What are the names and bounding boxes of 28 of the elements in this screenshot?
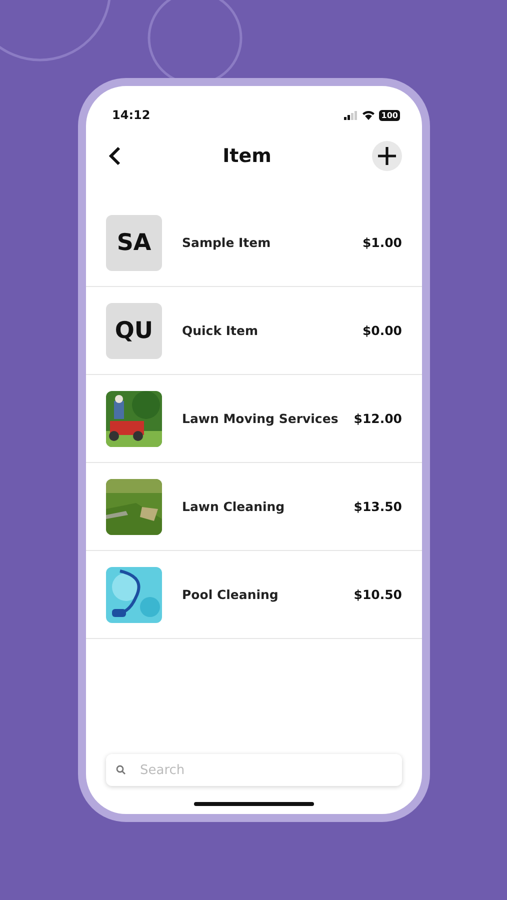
search-field[interactable]: Search bbox=[106, 754, 402, 786]
screen-title: Item bbox=[222, 145, 272, 167]
back-button[interactable] bbox=[108, 146, 122, 166]
item-name: Lawn Cleaning bbox=[182, 499, 286, 514]
item-price: $12.00 bbox=[354, 411, 402, 426]
status-time: 14:12 bbox=[112, 108, 150, 122]
item-price: $13.50 bbox=[354, 499, 402, 514]
battery-level: 100 bbox=[379, 110, 400, 120]
item-initials: QU bbox=[106, 302, 162, 358]
item-price: $0.00 bbox=[362, 323, 402, 338]
item-row[interactable]: Pool Cleaning $10.50 bbox=[86, 551, 422, 639]
item-price: $10.50 bbox=[354, 587, 402, 602]
item-row[interactable]: SA Sample Item $1.00 bbox=[86, 199, 422, 287]
search-icon bbox=[116, 765, 126, 775]
plus-icon bbox=[377, 146, 397, 166]
item-row[interactable]: Lawn Moving Services $12.00 bbox=[86, 375, 422, 463]
signal-icon bbox=[344, 110, 358, 120]
item-row[interactable]: QU Quick Item $0.00 bbox=[86, 287, 422, 375]
item-name: Lawn Moving Services bbox=[182, 411, 340, 426]
item-name: Sample Item bbox=[182, 235, 272, 250]
item-row[interactable]: Lawn Cleaning $13.50 bbox=[86, 463, 422, 551]
item-initials: SA bbox=[106, 214, 162, 270]
item-name: Pool Cleaning bbox=[182, 587, 280, 602]
item-name: Quick Item bbox=[182, 323, 260, 338]
back-icon bbox=[108, 146, 122, 166]
item-price: $1.00 bbox=[362, 235, 402, 250]
add-button[interactable] bbox=[372, 141, 402, 171]
wifi-icon bbox=[362, 110, 376, 120]
